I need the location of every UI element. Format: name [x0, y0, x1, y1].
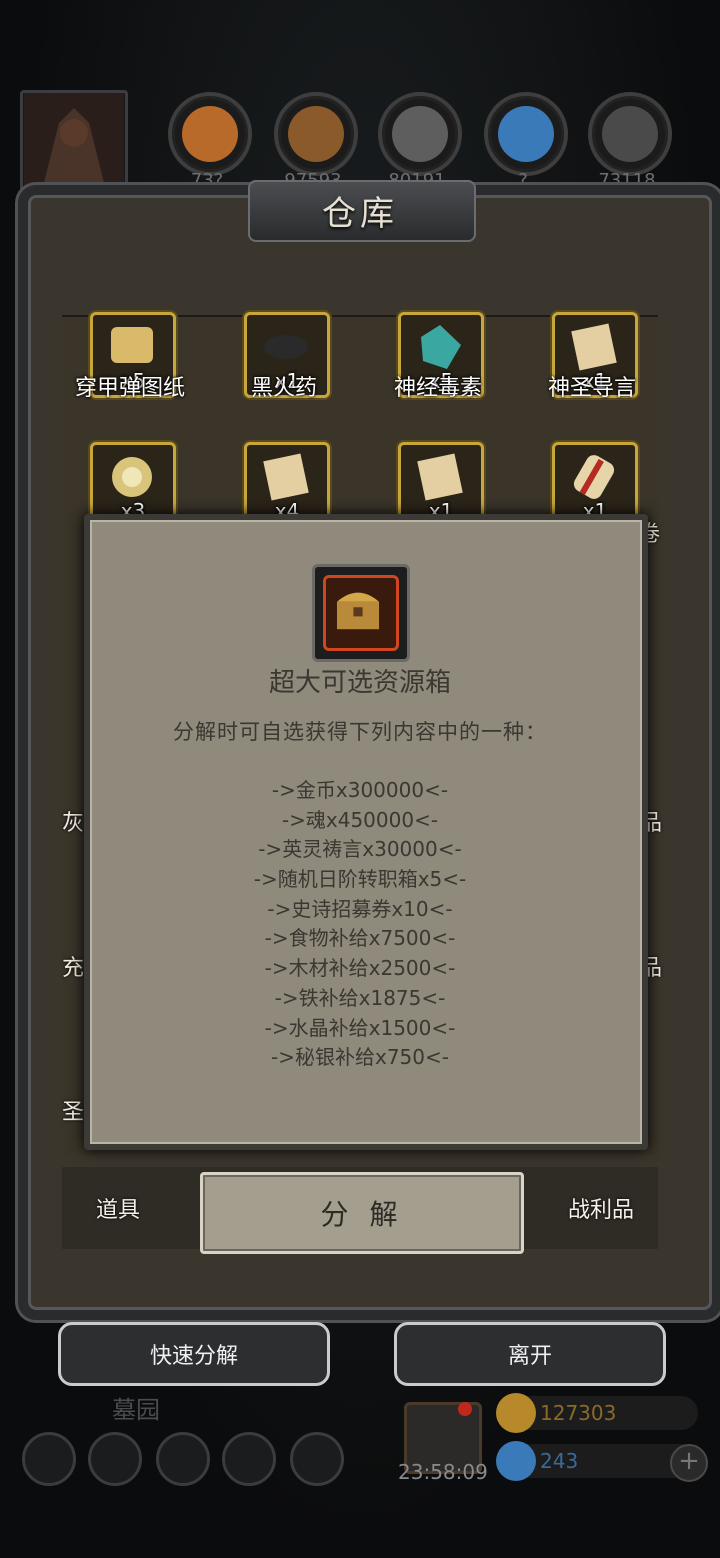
- paper-icon: [263, 453, 309, 501]
- item-name: 黑火药: [250, 376, 317, 401]
- demon-portrait-icon: [24, 93, 124, 189]
- tab-items[interactable]: 道具: [96, 1192, 140, 1224]
- modal-description: 分解时可自选获得下列内容中的一种：: [173, 720, 547, 744]
- reward-option: ->英灵祷言x30000<-: [258, 837, 462, 862]
- crystal-resource-icon[interactable]: [484, 92, 568, 176]
- reward-option: ->随机日阶转职箱x5<-: [253, 867, 467, 892]
- hero-avatar[interactable]: [20, 90, 128, 192]
- decompose-button[interactable]: 分 解: [200, 1172, 524, 1254]
- paper-icon: [571, 323, 617, 371]
- gold-coin-icon: [496, 1393, 536, 1433]
- mail-icon[interactable]: [222, 1432, 276, 1486]
- reward-option: ->铁补给x1875<-: [274, 985, 446, 1010]
- reward-option: ->秘银补给x750<-: [271, 1045, 449, 1070]
- resource-chest-icon: [312, 564, 410, 662]
- item-name: 神圣导言: [547, 376, 636, 401]
- notification-dot: [458, 1402, 472, 1416]
- reward-option: ->食物补给x7500<-: [264, 926, 456, 951]
- reward-option-list: ->金币x300000<- ->魂x450000<- ->英灵祷言x30000<…: [84, 776, 636, 1073]
- modal-title: 超大可选资源箱: [268, 668, 451, 698]
- settings-icon[interactable]: [22, 1432, 76, 1486]
- reward-option: ->金币x300000<-: [271, 778, 449, 802]
- treasure-chest-icon: [336, 592, 380, 630]
- partial-label: 圣: [62, 1100, 85, 1125]
- medallion-icon: [112, 457, 152, 497]
- scroll-icon: [111, 327, 153, 363]
- gift-box-icon[interactable]: [290, 1432, 344, 1486]
- reward-option: ->水晶补给x1500<-: [264, 1015, 456, 1040]
- powder-icon: [264, 335, 308, 359]
- leave-button[interactable]: 离开: [394, 1322, 666, 1386]
- reward-option: ->木材补给x2500<-: [264, 956, 456, 981]
- partial-label: 充: [62, 956, 85, 981]
- iron-resource-icon[interactable]: [378, 92, 462, 176]
- add-currency-button[interactable]: +: [670, 1444, 708, 1482]
- reward-option: ->史诗招募券x10<-: [267, 896, 453, 921]
- item-name: 神经毒素: [393, 376, 482, 401]
- gem-value: 243: [540, 1449, 579, 1473]
- partial-label: 灰: [62, 811, 85, 836]
- quick-decompose-button[interactable]: 快速分解: [58, 1322, 330, 1386]
- countdown-timer: 23:58:09: [398, 1460, 488, 1484]
- gold-value: 127303: [540, 1401, 617, 1425]
- location-label: 墓园: [112, 1396, 160, 1424]
- chest-frame: [323, 575, 399, 651]
- paper-icon: [417, 453, 463, 501]
- sealed-scroll-icon: [573, 455, 615, 499]
- reward-option: ->魂x450000<-: [281, 807, 439, 832]
- star-icon[interactable]: [88, 1432, 142, 1486]
- wood-resource-icon[interactable]: [274, 92, 358, 176]
- crystal-icon: [421, 325, 461, 369]
- tab-loot[interactable]: 战利品: [568, 1192, 634, 1224]
- mithril-resource-icon[interactable]: [588, 92, 672, 176]
- gem-icon: [496, 1441, 536, 1481]
- scroll-menu-icon[interactable]: [156, 1432, 210, 1486]
- food-resource-icon[interactable]: [168, 92, 252, 176]
- item-name: 穿甲弹图纸: [74, 376, 185, 401]
- warehouse-title: 仓库: [322, 194, 398, 234]
